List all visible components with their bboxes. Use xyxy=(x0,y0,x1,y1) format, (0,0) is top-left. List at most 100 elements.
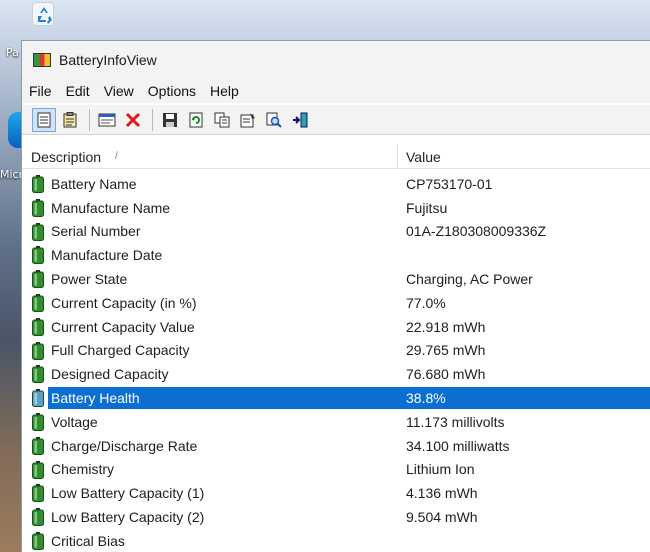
toolbar xyxy=(22,105,650,135)
row-value: Lithium Ion xyxy=(406,461,475,478)
table-row[interactable]: Low Battery Capacity (2) 9.504 mWh xyxy=(22,505,650,529)
table-row[interactable]: Battery Name CP753170-01 xyxy=(22,172,650,196)
menu-file[interactable]: File xyxy=(22,83,59,99)
report-button[interactable] xyxy=(58,108,82,132)
row-description: Charge/Discharge Rate xyxy=(51,437,198,454)
copy-button[interactable] xyxy=(210,108,234,132)
toolbar-separator xyxy=(152,108,153,131)
row-description: Chemistry xyxy=(51,461,115,478)
row-description: Serial Number xyxy=(51,223,141,240)
column-header-description[interactable]: Description / xyxy=(31,144,391,169)
row-description: Low Battery Capacity (2) xyxy=(51,509,205,526)
battery-icon xyxy=(32,270,44,289)
battery-icon xyxy=(32,222,44,241)
window-button[interactable] xyxy=(95,108,119,132)
battery-icon xyxy=(32,460,44,479)
battery-icon xyxy=(32,198,44,217)
battery-icon xyxy=(32,341,44,360)
properties-icon xyxy=(240,112,255,127)
battery-icon xyxy=(32,412,44,431)
table-row[interactable]: Designed Capacity 76.680 mWh xyxy=(22,362,650,386)
search-icon xyxy=(266,112,282,128)
row-description: Critical Bias xyxy=(51,532,125,549)
copy-icon xyxy=(214,112,230,127)
row-description: Manufacture Date xyxy=(51,247,163,264)
row-value: CP753170-01 xyxy=(406,175,493,192)
menu-help[interactable]: Help xyxy=(203,83,246,99)
battery-icon xyxy=(32,175,44,193)
row-description: Current Capacity (in %) xyxy=(51,294,197,311)
desktop-icon-label: Pa xyxy=(6,46,19,59)
row-value: 29.765 mWh xyxy=(406,342,486,359)
app-window: BatteryInfoView File Edit View Options H… xyxy=(21,40,650,552)
battery-icon xyxy=(32,293,44,312)
battery-icon xyxy=(32,317,44,336)
menu-view[interactable]: View xyxy=(97,83,141,99)
desktop-icon-label: Micr xyxy=(0,168,24,181)
recycle-bin-icon[interactable] xyxy=(32,2,54,26)
save-icon xyxy=(163,112,177,127)
refresh-button[interactable] xyxy=(184,108,208,132)
battery-icon xyxy=(32,365,44,384)
toolbar-separator xyxy=(89,108,90,131)
row-description: Battery Name xyxy=(51,175,137,192)
details-view-button[interactable] xyxy=(32,107,56,132)
save-button[interactable] xyxy=(158,108,182,132)
battery-icon xyxy=(32,531,44,550)
battery-icon xyxy=(32,246,44,265)
column-header-label: Description xyxy=(31,148,102,165)
report-icon xyxy=(63,111,77,127)
menu-bar: File Edit View Options Help xyxy=(22,79,650,103)
row-value: 9.504 mWh xyxy=(406,509,478,526)
window-icon xyxy=(98,113,116,126)
find-button[interactable] xyxy=(262,108,286,132)
row-value: 38.8% xyxy=(406,390,446,407)
close-icon xyxy=(125,112,141,127)
table-row[interactable]: Critical Bias xyxy=(22,529,650,552)
row-value: 22.918 mWh xyxy=(406,318,486,335)
window-title: BatteryInfoView xyxy=(59,52,157,68)
table-row[interactable]: Serial Number 01A-Z180308009336Z xyxy=(22,220,650,244)
column-header-value[interactable]: Value xyxy=(406,144,646,169)
row-description: Power State xyxy=(51,271,128,288)
battery-icon xyxy=(32,484,44,503)
table-row[interactable]: Charge/Discharge Rate 34.100 milliwatts xyxy=(22,434,650,458)
row-description: Current Capacity Value xyxy=(51,318,195,335)
table-row[interactable]: Current Capacity (in %) 77.0% xyxy=(22,291,650,315)
row-description: Full Charged Capacity xyxy=(51,342,190,359)
list-header: Description / Value xyxy=(22,144,650,169)
table-row[interactable]: Voltage 11.173 millivolts xyxy=(22,410,650,434)
row-value: 01A-Z180308009336Z xyxy=(406,223,547,240)
table-row[interactable]: Manufacture Date xyxy=(22,243,650,267)
title-bar[interactable]: BatteryInfoView xyxy=(22,41,650,79)
properties-button[interactable] xyxy=(236,108,260,132)
sort-indicator-icon: / xyxy=(115,151,118,162)
battery-icon xyxy=(32,508,44,527)
table-row[interactable]: Battery Health 38.8% xyxy=(22,386,650,410)
menu-edit[interactable]: Edit xyxy=(59,83,97,99)
table-row[interactable]: Power State Charging, AC Power xyxy=(22,267,650,291)
table-row[interactable]: Full Charged Capacity 29.765 mWh xyxy=(22,339,650,363)
table-row[interactable]: Current Capacity Value 22.918 mWh xyxy=(22,315,650,339)
table-row[interactable]: Chemistry Lithium Ion xyxy=(22,458,650,482)
column-divider[interactable] xyxy=(397,144,398,169)
battery-info-list[interactable]: Description / Value Battery Name CP753170… xyxy=(22,144,650,552)
row-description: Battery Health xyxy=(51,390,140,407)
battery-icon xyxy=(32,436,44,455)
row-description: Manufacture Name xyxy=(51,199,171,216)
row-value: 4.136 mWh xyxy=(406,485,478,502)
exit-button[interactable] xyxy=(288,108,312,132)
row-description: Low Battery Capacity (1) xyxy=(51,485,205,502)
row-value: Charging, AC Power xyxy=(406,271,533,288)
delete-button[interactable] xyxy=(121,108,145,132)
row-description: Voltage xyxy=(51,413,98,430)
table-row[interactable]: Manufacture Name Fujitsu xyxy=(22,196,650,220)
battery-app-icon xyxy=(33,53,51,67)
menu-options[interactable]: Options xyxy=(141,83,203,99)
refresh-icon xyxy=(189,112,203,127)
row-value: Fujitsu xyxy=(406,199,448,216)
row-value: 11.173 millivolts xyxy=(406,413,505,430)
row-value: 77.0% xyxy=(406,294,446,311)
table-row[interactable]: Low Battery Capacity (1) 4.136 mWh xyxy=(22,481,650,505)
details-view-icon xyxy=(37,112,51,127)
